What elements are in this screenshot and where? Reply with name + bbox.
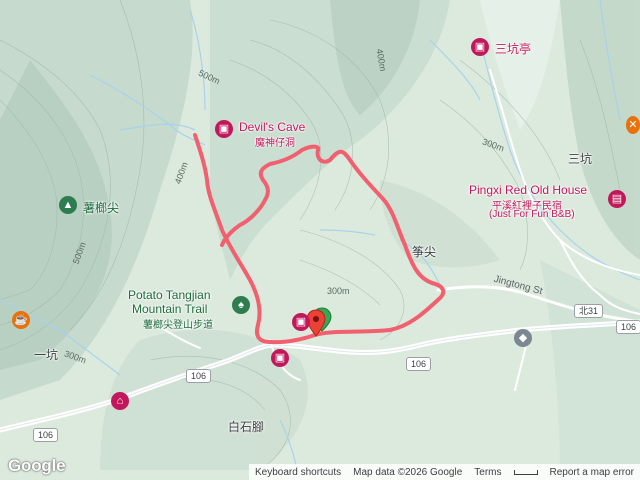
map-data-text: Map data ©2026 Google: [353, 466, 463, 478]
temple-icon[interactable]: ⌂: [111, 392, 129, 410]
poi-potato-trail-label-2[interactable]: Mountain Trail: [132, 302, 207, 316]
place-baishijiao-label: 白石腳: [228, 420, 265, 434]
poi-potato-trail-label-1[interactable]: Potato Tangjian: [128, 288, 211, 302]
lodging-icon[interactable]: ▤: [608, 190, 626, 208]
camera-icon[interactable]: ▣: [215, 120, 233, 138]
road-106-shield: 106: [186, 369, 212, 383]
place-yikeng-label: 一坑: [34, 348, 59, 362]
map-canvas[interactable]: [0, 0, 640, 480]
poi-pingxi-sublabel-2: (Just For Fun B&B): [489, 209, 575, 220]
google-logo: Google: [8, 456, 66, 475]
contour-label: 300m: [327, 286, 350, 296]
road-106-shield: 106: [33, 428, 59, 442]
place-sankeng-label: 三坑: [568, 152, 593, 166]
terms-link[interactable]: Terms: [474, 467, 501, 478]
hiking-icon[interactable]: ♠: [232, 296, 250, 314]
restaurant-icon[interactable]: ✕: [626, 116, 640, 134]
poi-devils-cave-sublabel: 魔神仔洞: [255, 138, 295, 149]
place-zhengjian-label: 筝尖: [412, 245, 437, 259]
road-north31-shield: 北31: [574, 304, 604, 318]
poi-devils-cave-label[interactable]: Devil's Cave: [239, 120, 305, 134]
attribution-bar: Keyboard shortcuts Map data ©2026 Google…: [248, 464, 640, 480]
mountain-icon[interactable]: ▲: [59, 196, 77, 214]
poi-potato-trail-sublabel: 薯榔尖登山步道: [143, 320, 213, 331]
poi-shulangjian-label[interactable]: 薯榔尖: [83, 199, 119, 216]
keyboard-shortcuts-link[interactable]: Keyboard shortcuts: [255, 467, 341, 478]
road-106-shield: 106: [616, 320, 640, 334]
camera-icon[interactable]: ▣: [471, 38, 489, 56]
report-error-link[interactable]: Report a map error: [550, 467, 634, 478]
camera-icon[interactable]: ▣: [292, 313, 310, 331]
scale-bar: [513, 469, 538, 475]
cafe-icon[interactable]: ☕: [12, 311, 30, 329]
road-106-shield: 106: [406, 357, 432, 371]
school-icon[interactable]: ◆: [514, 329, 532, 347]
camera-icon[interactable]: ▣: [271, 349, 289, 367]
poi-pingxi-label[interactable]: Pingxi Red Old House: [469, 183, 587, 197]
poi-sankeng-pavilion-label[interactable]: 三坑亭: [495, 40, 531, 57]
